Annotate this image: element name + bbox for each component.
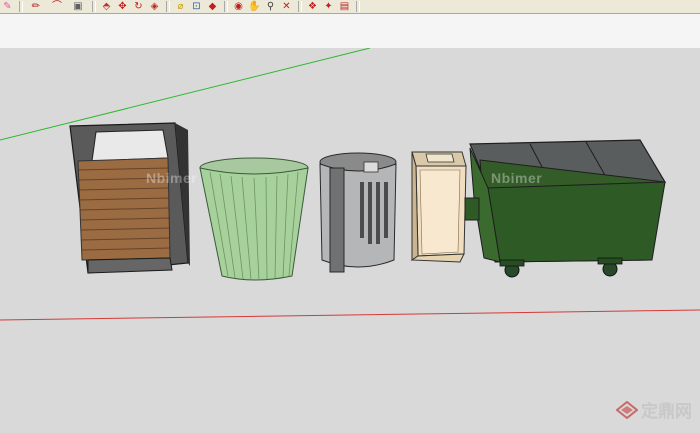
green-axis [0,47,371,141]
green-dumpster[interactable] [464,139,667,278]
zoom-tool-button[interactable]: ⚲ [263,1,278,13]
metal-cylinder-bin[interactable] [319,152,397,273]
push-pull-icon: ⬘ [102,0,111,12]
diamond-logo-icon [616,400,638,419]
sky-band [0,14,700,48]
eraser-tool-button[interactable]: ✎ [0,1,15,13]
tape-measure-tool-button[interactable]: ⌀ [173,1,188,13]
arc-tool-button[interactable]: ⌒ [47,1,67,13]
toolbar-separator [224,1,228,12]
zoom-icon: ⚲ [266,0,275,12]
site-logo: 定鼎网 [616,397,692,422]
toolbar-separator [356,1,360,12]
wooden-box-bin[interactable] [410,151,467,263]
rotate-icon: ↻ [134,0,143,12]
orbit-icon: ◉ [234,0,243,12]
toolbar-separator [92,1,96,12]
rectangle-icon: ▣ [73,0,83,12]
red-axis [0,309,700,321]
line-tool-button[interactable]: ✏ [26,1,46,13]
watermark-text: Nbimer [146,170,198,186]
toolbar: ✎ ✏ ⌒ ▣ ⬘ ✥ ↻ ◈ ⌀ ⊡ ◆ ◉ ✋ ⚲ ✕ ❖ ✦ ▤ [0,0,700,14]
extension-tool-button[interactable]: ▤ [337,1,352,13]
move-tool-button[interactable]: ✥ [115,1,130,13]
pencil-icon: ✏ [31,0,41,12]
model-viewport[interactable]: Nbimer Nbimer 定鼎网 [0,47,700,428]
offset-icon: ◈ [150,0,159,12]
toolbar-separator [166,1,170,12]
wood-slat-trash-bin[interactable] [69,122,190,274]
rectangle-tool-button[interactable]: ▣ [68,1,88,13]
dimension-tool-button[interactable]: ⊡ [189,1,204,13]
eraser-icon: ✎ [3,0,12,12]
push-pull-tool-button[interactable]: ⬘ [99,1,114,13]
viewport-canvas [0,47,700,321]
zoom-extents-tool-button[interactable]: ✕ [279,1,294,13]
offset-tool-button[interactable]: ◈ [147,1,162,13]
pan-icon: ✋ [248,0,261,12]
watermark-text-2: Nbimer [491,170,543,186]
rotate-tool-button[interactable]: ↻ [131,1,146,13]
warehouse-tool-button[interactable]: ✦ [321,1,336,13]
dimension-icon: ⊡ [192,0,201,12]
component-tool-button[interactable]: ❖ [305,1,320,13]
paint-bucket-icon: ◆ [208,0,217,12]
orbit-tool-button[interactable]: ◉ [231,1,246,13]
green-tapered-basket[interactable] [199,157,309,281]
logo-text: 定鼎网 [641,402,692,422]
component-icon: ❖ [308,0,317,12]
toolbar-separator [298,1,302,12]
extension-icon: ▤ [339,0,350,12]
warehouse-icon: ✦ [324,0,333,12]
pan-tool-button[interactable]: ✋ [247,1,262,13]
move-icon: ✥ [118,0,127,12]
arc-icon: ⌒ [52,0,62,12]
toolbar-separator [19,1,23,12]
tape-measure-icon: ⌀ [177,0,184,12]
paint-bucket-tool-button[interactable]: ◆ [205,1,220,13]
zoom-extents-icon: ✕ [282,0,291,12]
